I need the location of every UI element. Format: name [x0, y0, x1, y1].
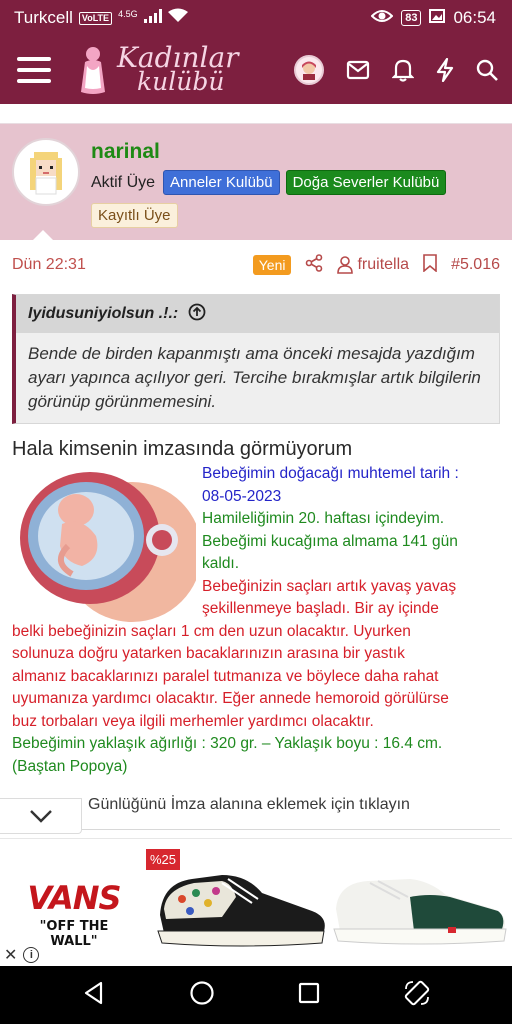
sig-line: buz torbaları veya ilgili merhemler yard… [12, 712, 374, 730]
post-number[interactable]: #5.016 [451, 256, 500, 274]
new-badge: Yeni [252, 255, 292, 275]
sneaker-image-1[interactable] [152, 853, 332, 953]
user-title: Aktif Üye [91, 173, 156, 191]
sig-line: (Baştan Popoya) [12, 757, 128, 775]
divider [82, 829, 500, 830]
ad-brand: VANS [27, 879, 121, 917]
quote-block: Iyidusuniyiolsun .!.: Bende de birden ka… [12, 294, 500, 424]
signal-icon [143, 8, 162, 28]
header-separator [0, 104, 512, 124]
sig-line: şekillenmeye başladı. Bir ay içinde [202, 600, 439, 617]
sig-line: Bebeğimin yaklaşık ağırlığı : 320 gr. – … [12, 735, 443, 752]
logo-text-line2: kulübü [137, 67, 225, 96]
sig-line: Bebeğinizin saçları artık yavaş yavaş [202, 577, 457, 595]
badge-doga-severler: Doğa Severler Kulübü [285, 170, 447, 195]
sig-line: Bebeğimi kucağıma almama 141 gün [202, 532, 458, 550]
user-icon [337, 256, 354, 274]
menu-icon[interactable] [17, 57, 51, 83]
lightning-icon[interactable] [436, 58, 454, 82]
sig-line: uyumanıza yardımcı olacaktır. Eğer anned… [12, 690, 449, 707]
logo-figure-icon [81, 47, 105, 94]
sneaker-image-2[interactable] [330, 853, 512, 953]
sig-line: Hamileliğimin 20. haftası içindeyim. [202, 510, 445, 527]
bookmark-icon[interactable] [423, 253, 437, 277]
site-logo[interactable]: Kadınlar kulübü [73, 44, 239, 96]
share-icon[interactable] [305, 253, 323, 277]
system-nav-bar [0, 966, 512, 1024]
sig-line: 08-05-2023 [202, 487, 282, 505]
mail-icon[interactable] [346, 60, 370, 80]
sig-line: solunuza doğru yatarken bacaklarınızın a… [12, 645, 405, 662]
ad-controls: ✕ i [4, 945, 40, 965]
quoted-author-link[interactable]: fruitella [337, 256, 409, 274]
info-icon[interactable]: i [23, 947, 40, 963]
recents-icon[interactable] [298, 982, 320, 1009]
status-bar: Turkcell VoLTE 4.5G 83 06:54 [0, 0, 512, 36]
bell-icon[interactable] [392, 58, 414, 82]
home-icon[interactable] [189, 980, 215, 1011]
username[interactable]: narinal [91, 140, 160, 164]
rotate-icon[interactable] [403, 979, 431, 1012]
chevron-down-icon [29, 810, 52, 823]
sig-line: almanız bacaklarınızı paralel tutmanıza … [12, 667, 439, 685]
carrier-name: Turkcell [14, 8, 73, 27]
network-type: 4.5G [118, 8, 138, 19]
ad-brand-logo[interactable]: VANS "OFF THE WALL" [14, 879, 134, 949]
wifi-icon [167, 8, 188, 28]
arrow-up-circle-icon[interactable] [188, 303, 206, 326]
signature-add-link[interactable]: Günlüğünü İmza alanına eklemek için tıkl… [88, 796, 410, 814]
post-meta: Dün 22:31 Yeni fruitella #5.016 [0, 250, 512, 280]
sig-line: kaldı. [202, 555, 240, 572]
sig-line: Bebeğimin doğacağı muhtemel tarih : [202, 465, 459, 482]
collapse-button[interactable] [0, 798, 82, 834]
author-name: fruitella [357, 256, 410, 273]
profile-avatar[interactable] [294, 55, 324, 85]
registered-member-badge: Kayıtlı Üye [91, 203, 178, 228]
eye-icon [370, 8, 394, 28]
user-avatar[interactable] [12, 138, 80, 206]
volte-icon: VoLTE [78, 11, 113, 25]
user-card: narinal Aktif Üye Anneler Kulübü Doğa Se… [0, 124, 512, 240]
gallery-icon [429, 8, 446, 28]
post-time[interactable]: Dün 22:31 [12, 256, 86, 274]
advertisement-banner[interactable]: VANS "OFF THE WALL" %25 ✕ i [0, 838, 512, 966]
quote-author: Iyidusuniyiolsun .!.: [28, 305, 179, 322]
card-pointer [33, 230, 53, 240]
sig-line: belki bebeğinizin saçları 1 cm den uzun … [12, 622, 411, 640]
signature-block: Bebeğimin doğacağı muhtemel tarih : 08-0… [12, 463, 504, 778]
post-text: Hala kimsenin imzasında görmüyorum [12, 438, 353, 460]
quote-text: Bende de birden kapanmıştı ama önceki me… [28, 344, 481, 411]
battery-indicator: 83 [401, 10, 422, 26]
back-icon[interactable] [82, 981, 106, 1010]
quote-header[interactable]: Iyidusuniyiolsun .!.: [16, 295, 499, 333]
search-icon[interactable] [476, 59, 498, 81]
close-icon[interactable]: ✕ [4, 945, 17, 965]
app-header: Kadınlar kulübü [0, 36, 512, 104]
clock: 06:54 [453, 8, 496, 27]
badge-anneler-kulubu: Anneler Kulübü [163, 170, 280, 195]
